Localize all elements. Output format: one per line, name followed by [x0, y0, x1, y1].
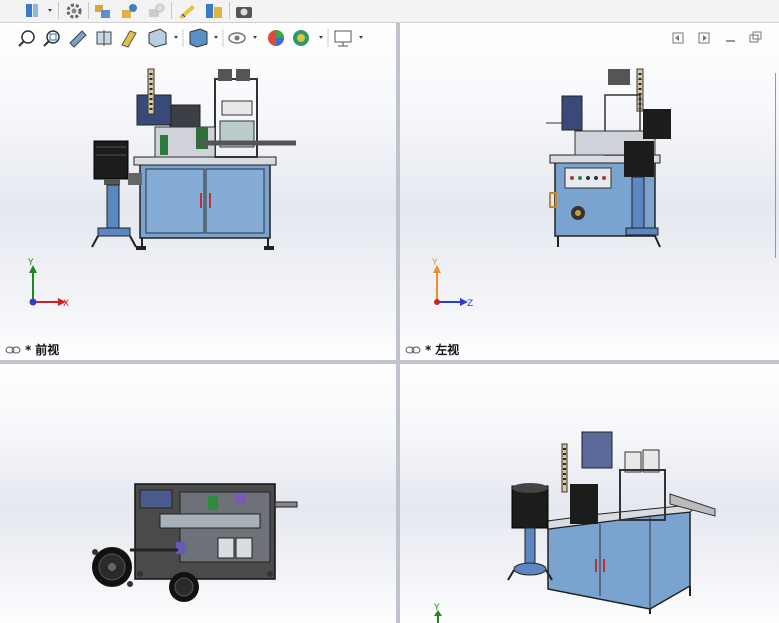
link-views-icon[interactable]: [5, 346, 21, 354]
viewport-label-front[interactable]: * 前视: [5, 341, 59, 358]
mate-icon[interactable]: [119, 1, 141, 19]
coordinate-triad: Y Z: [431, 258, 473, 309]
machine-model-top[interactable]: [0, 364, 396, 623]
view-name: 左视: [435, 343, 460, 357]
gear-icon[interactable]: [63, 1, 85, 19]
smart-fastener-icon[interactable]: [145, 1, 167, 19]
viewport-splitter-vertical[interactable]: [396, 23, 400, 623]
modified-marker: *: [425, 342, 432, 357]
ruler-icon[interactable]: [203, 1, 225, 19]
command-toolbar: [0, 0, 779, 23]
assembly-icon[interactable]: [92, 1, 114, 19]
triad-y-label: Y: [27, 258, 34, 268]
viewport-top[interactable]: [0, 364, 396, 623]
viewport-front[interactable]: Y X * 前视: [0, 23, 396, 360]
coordinate-triad: Y: [433, 603, 442, 623]
chevron-down-icon: [48, 9, 52, 12]
pin-icon[interactable]: [20, 1, 54, 19]
link-views-icon[interactable]: [405, 346, 421, 354]
viewport-splitter-horizontal[interactable]: [0, 360, 779, 364]
triad-x-label: X: [63, 299, 69, 309]
modified-marker: *: [25, 342, 32, 357]
triad-y-label: Y: [431, 258, 438, 268]
triad-z-label: Z: [467, 299, 473, 309]
triad-y-label: Y: [433, 603, 440, 613]
design-library-icon[interactable]: [176, 1, 198, 19]
camera-icon[interactable]: [233, 1, 255, 19]
viewport-left[interactable]: Y Z * 左视: [400, 23, 779, 360]
viewport-label-left[interactable]: * 左视: [405, 341, 459, 358]
view-name: 前视: [35, 343, 60, 357]
coordinate-triad: Y X: [27, 258, 69, 309]
viewport-isometric[interactable]: Y: [400, 364, 779, 623]
